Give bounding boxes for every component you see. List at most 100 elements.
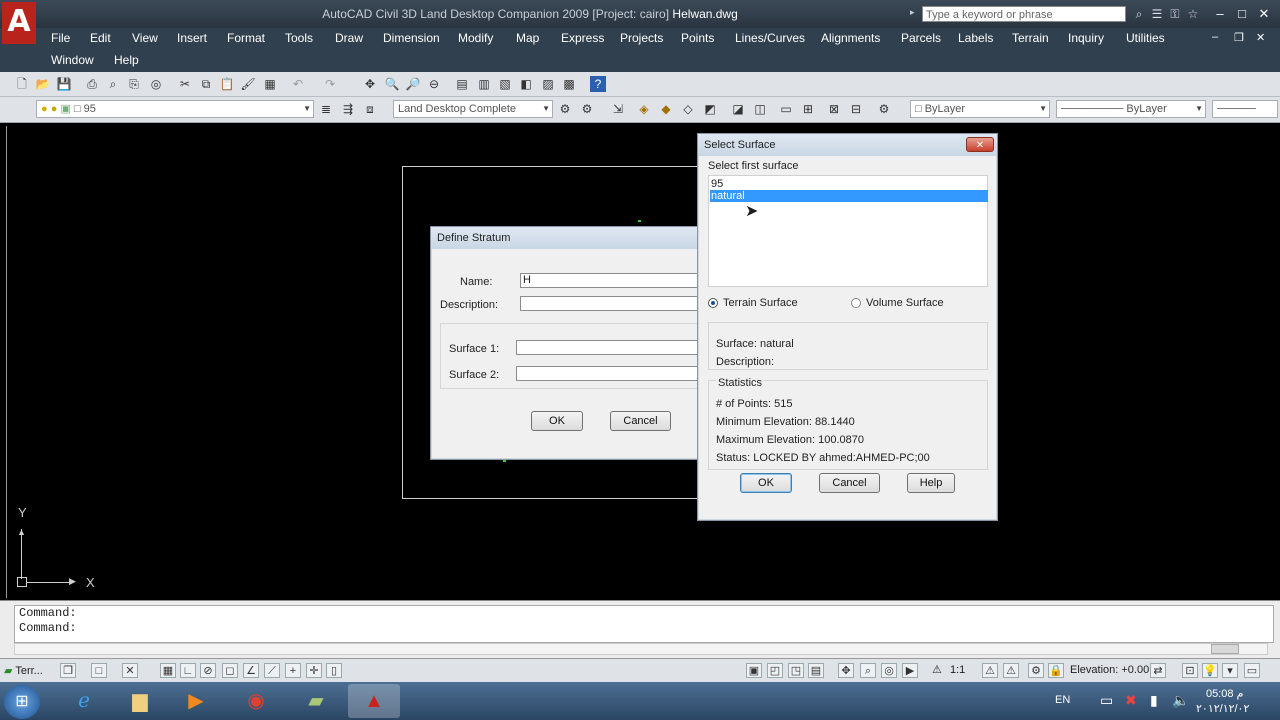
quick-view-icon[interactable]: ▤ bbox=[808, 663, 824, 678]
close-button[interactable]: ✕ bbox=[1254, 6, 1274, 22]
box-icon[interactable]: ◈ bbox=[636, 101, 652, 117]
menu-map[interactable]: Map bbox=[516, 31, 539, 45]
wedge-icon[interactable]: ◆ bbox=[658, 101, 674, 117]
autocad-ldc-icon[interactable]: ▲ bbox=[348, 684, 400, 718]
command-scrollbar[interactable] bbox=[14, 643, 1268, 655]
copy-icon[interactable]: ⧉ bbox=[198, 76, 214, 92]
showmotion-icon[interactable]: ▶ bbox=[902, 663, 918, 678]
match-properties-icon[interactable]: 🖌 bbox=[240, 76, 256, 92]
help-icon[interactable]: ? bbox=[590, 76, 606, 92]
menu-inquiry[interactable]: Inquiry bbox=[1068, 31, 1104, 45]
menu-modify[interactable]: Modify bbox=[458, 31, 493, 45]
menu-help[interactable]: Help bbox=[114, 53, 139, 67]
name-field[interactable]: H bbox=[520, 273, 699, 288]
network-icon[interactable]: ✖ bbox=[1125, 692, 1137, 709]
ducs-icon[interactable]: ⟋ bbox=[264, 663, 280, 678]
menu-file[interactable]: File bbox=[51, 31, 70, 45]
chrome-icon[interactable]: ◉ bbox=[230, 684, 282, 718]
tray-settings-icon[interactable]: ⊡ bbox=[1182, 663, 1198, 678]
osnap-settings-icon[interactable]: ⚙ bbox=[876, 101, 892, 117]
ok-button[interactable]: OK bbox=[531, 411, 583, 431]
status-menu-icon[interactable]: ▾ bbox=[1222, 663, 1238, 678]
close-icon[interactable]: ✕ bbox=[966, 137, 994, 152]
zoom-status-icon[interactable]: ⌕ bbox=[860, 663, 876, 678]
menu-labels[interactable]: Labels bbox=[958, 31, 993, 45]
annotation-scale-icon[interactable]: ⚠ bbox=[932, 663, 942, 676]
workspace-switch-icon[interactable]: ⚙ bbox=[1028, 663, 1044, 678]
quick-properties-icon[interactable]: ▯ bbox=[326, 663, 342, 678]
layer-previous-icon[interactable]: ⇶ bbox=[340, 101, 356, 117]
layout1-icon[interactable]: ◰ bbox=[767, 663, 783, 678]
paste-icon[interactable]: 📋 bbox=[219, 76, 235, 92]
workspace-dropdown[interactable]: Land Desktop Complete ▼ bbox=[393, 100, 553, 118]
new-file-icon[interactable]: 🗋 bbox=[14, 76, 30, 92]
cancel-button[interactable]: Cancel bbox=[819, 473, 880, 493]
cut-icon[interactable]: ✂ bbox=[177, 76, 193, 92]
menu-express[interactable]: Express bbox=[561, 31, 604, 45]
restore-tab-icon[interactable]: ❐ bbox=[60, 663, 76, 678]
search-icon[interactable]: ⌕ bbox=[1130, 6, 1148, 22]
maximize-tab-icon[interactable]: □ bbox=[91, 663, 107, 678]
pan-icon[interactable]: ✥ bbox=[362, 76, 378, 92]
open-folder-icon[interactable]: 📂 bbox=[35, 76, 51, 92]
favorites-star-icon[interactable]: ☆ bbox=[1184, 6, 1202, 22]
zoom-realtime-icon[interactable]: 🔍 bbox=[384, 76, 400, 92]
osnap-cross-icon[interactable]: ⊠ bbox=[826, 101, 842, 117]
lock-status-icon[interactable]: 🔒 bbox=[1048, 663, 1064, 678]
menu-parcels[interactable]: Parcels bbox=[901, 31, 941, 45]
tool-palettes-icon[interactable]: ▧ bbox=[497, 76, 513, 92]
undo-icon[interactable]: ↶ bbox=[290, 76, 306, 92]
layer-states-icon[interactable]: ⧈ bbox=[362, 101, 378, 117]
volume-surface-radio[interactable] bbox=[851, 298, 861, 308]
start-button[interactable]: ⊞ bbox=[4, 685, 40, 719]
clock-date[interactable]: ٢٠١٢/١٢/٠٢ bbox=[1196, 702, 1249, 715]
menu-points[interactable]: Points bbox=[681, 31, 714, 45]
language-indicator[interactable]: EN bbox=[1055, 694, 1070, 706]
terrain-surface-radio[interactable] bbox=[708, 298, 718, 308]
menu-terrain[interactable]: Terrain bbox=[1012, 31, 1049, 45]
menu-alignments[interactable]: Alignments bbox=[821, 31, 880, 45]
publish-icon[interactable]: ⎘ bbox=[126, 76, 142, 92]
media-player-icon[interactable]: ▶ bbox=[170, 684, 222, 718]
annotation-visibility-icon[interactable]: ⚠ bbox=[982, 663, 998, 678]
grid-icon[interactable]: ▦ bbox=[160, 663, 176, 678]
menu-edit[interactable]: Edit bbox=[90, 31, 111, 45]
action-center-icon[interactable]: ▭ bbox=[1100, 692, 1113, 709]
print-icon[interactable]: ⎙ bbox=[84, 76, 100, 92]
properties-icon[interactable]: ▤ bbox=[454, 76, 470, 92]
help-button[interactable]: Help bbox=[907, 473, 955, 493]
surface1-field[interactable] bbox=[516, 340, 699, 355]
surface2-field[interactable] bbox=[516, 366, 699, 381]
list-item[interactable]: 95 bbox=[710, 178, 987, 190]
command-history[interactable]: Command: Command: bbox=[14, 605, 1274, 643]
design-center-icon[interactable]: ▥ bbox=[476, 76, 492, 92]
osnap-clear-icon[interactable]: ⊟ bbox=[848, 101, 864, 117]
menu-view[interactable]: View bbox=[132, 31, 158, 45]
subscription-icon[interactable]: ⚿ bbox=[1166, 6, 1184, 22]
redo-icon[interactable]: ↷ bbox=[322, 76, 338, 92]
doc-minimize-button[interactable]: – bbox=[1212, 31, 1218, 43]
internet-explorer-icon[interactable]: ℯ bbox=[58, 684, 110, 718]
dyn-icon[interactable]: + bbox=[285, 663, 301, 678]
light-icon[interactable]: ◫ bbox=[752, 101, 768, 117]
close-tab-icon[interactable]: ✕ bbox=[122, 663, 138, 678]
layer-dropdown[interactable]: ● ● ▣ □ 95 ▼ bbox=[36, 100, 314, 118]
isolate-objects-icon[interactable]: 💡 bbox=[1202, 663, 1218, 678]
menu-lines-curves[interactable]: Lines/Curves bbox=[735, 31, 805, 45]
maximize-button[interactable]: □ bbox=[1232, 6, 1252, 22]
doc-restore-button[interactable]: ❐ bbox=[1234, 31, 1244, 44]
ortho-icon[interactable]: ∟ bbox=[180, 663, 196, 678]
polar-icon[interactable]: ⊘ bbox=[200, 663, 216, 678]
color-dropdown[interactable]: □ ByLayer ▼ bbox=[910, 100, 1050, 118]
lineweight-icon[interactable]: ✛ bbox=[306, 663, 322, 678]
linetype-dropdown[interactable]: ──────── ByLayer ▼ bbox=[1056, 100, 1206, 118]
save-icon[interactable]: 💾 bbox=[56, 76, 72, 92]
zoom-previous-icon[interactable]: ⊖ bbox=[426, 76, 442, 92]
3d-dwf-icon[interactable]: ◎ bbox=[148, 76, 164, 92]
menu-draw[interactable]: Draw bbox=[335, 31, 363, 45]
model-tab-label[interactable]: Terr... bbox=[15, 665, 43, 677]
power-icon[interactable]: ▮ bbox=[1150, 692, 1158, 709]
file-explorer-icon[interactable]: ▆ bbox=[114, 684, 166, 718]
volume-icon[interactable]: 🔈 bbox=[1172, 692, 1189, 709]
elevation-settings-icon[interactable]: ⇄ bbox=[1150, 663, 1166, 678]
